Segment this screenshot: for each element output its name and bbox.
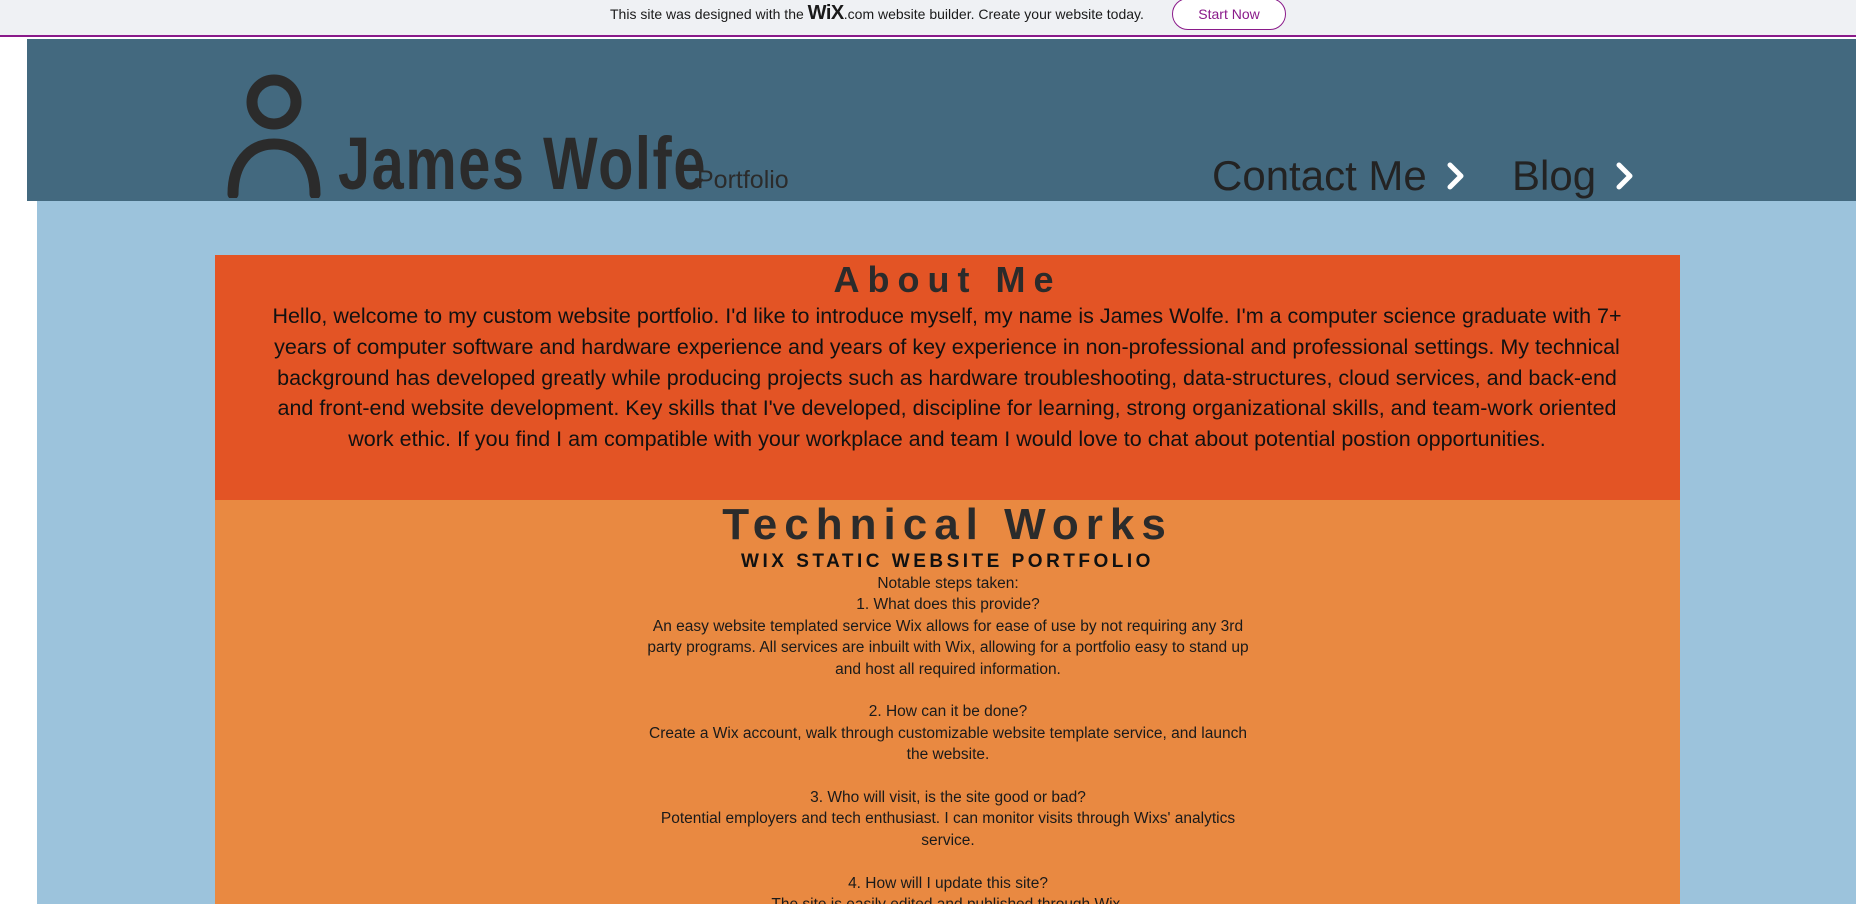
site-tagline: Portfolio	[697, 166, 789, 194]
site-name[interactable]: James Wolfe	[338, 124, 707, 204]
project-description: Notable steps taken: 1. What does this p…	[638, 573, 1258, 904]
step-answer: The site is easily edited and published …	[638, 894, 1258, 904]
wix-promo-text-after: .com website builder. Create your websit…	[843, 6, 1144, 22]
wix-promo-bar: This site was designed with the WiX.com …	[0, 0, 1856, 37]
chevron-right-icon	[1447, 162, 1464, 190]
nav-contact-me[interactable]: Contact Me	[1212, 148, 1465, 204]
project-title: WIX STATIC WEBSITE PORTFOLIO	[741, 551, 1154, 572]
step-question: 3. Who will visit, is the site good or b…	[810, 789, 1086, 807]
wix-logo: WiX	[807, 2, 845, 24]
avatar-icon	[227, 74, 321, 198]
technical-works-section: Technical Works WIX STATIC WEBSITE PORTF…	[215, 500, 1680, 904]
technical-works-title: Technical Works	[722, 500, 1173, 549]
step-answer: Potential employers and tech enthusiast.…	[660, 810, 1236, 849]
wix-promo-text: This site was designed with the WiX.com …	[610, 0, 1144, 26]
about-me-title: About Me	[833, 259, 1062, 300]
step-question: 4. How will I update this site?	[848, 874, 1048, 892]
step-question: 1. What does this provide?	[856, 596, 1040, 614]
wix-promo-text-before: This site was designed with the	[610, 6, 804, 22]
left-margin-strip	[0, 39, 27, 904]
nav-blog[interactable]: Blog	[1512, 148, 1634, 204]
nav-blog-label: Blog	[1512, 152, 1597, 199]
chevron-right-icon	[1616, 162, 1633, 190]
step-answer: An easy website templated service Wix al…	[647, 617, 1249, 678]
step-question: 2. How can it be done?	[868, 703, 1028, 721]
about-me-text: Hello, welcome to my custom website port…	[272, 304, 1622, 452]
about-me-section: About Me Hello, welcome to my custom web…	[215, 255, 1680, 500]
step-answer: Create a Wix account, walk through custo…	[649, 724, 1247, 764]
steps-intro: Notable steps taken:	[877, 575, 1019, 592]
nav-contact-me-label: Contact Me	[1212, 152, 1427, 199]
start-now-button[interactable]: Start Now	[1172, 0, 1286, 30]
